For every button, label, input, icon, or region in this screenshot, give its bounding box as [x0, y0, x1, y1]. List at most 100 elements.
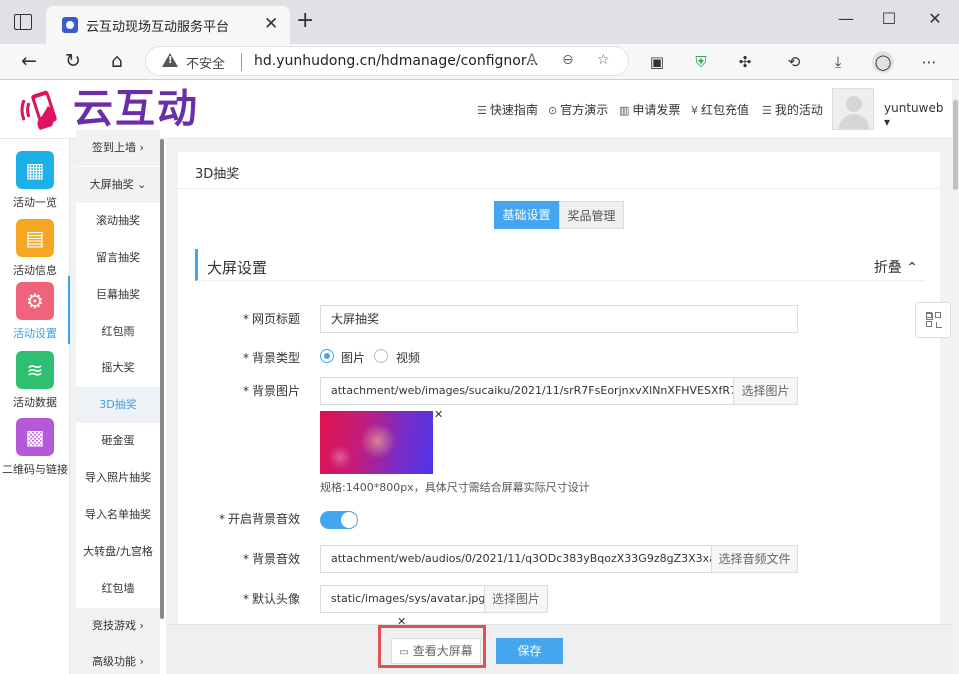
refresh-icon[interactable]: ↻	[61, 49, 85, 73]
bg-image-input[interactable]: attachment/web/images/sucaiku/2021/11/sr…	[320, 377, 734, 405]
page-title-label: * 网页标题	[242, 312, 300, 326]
sidebar-sub-red-packet-wall[interactable]: 红包墙	[76, 571, 160, 607]
sidebar-sub-message-lottery[interactable]: 留言抽奖	[76, 240, 160, 276]
sidebar-sub-big-screen-lottery[interactable]: 大屏抽奖 ⌄	[76, 167, 160, 203]
address-bar[interactable]: 不安全 hd.yunhudong.cn/hdmanage/confignor..…	[145, 46, 629, 76]
close-window-icon[interactable]: ✕	[925, 9, 945, 28]
document-icon: ▤	[16, 219, 54, 257]
header-link-invoice[interactable]: ▥ 申请发票	[619, 101, 680, 118]
profile-icon[interactable]: ◯	[872, 51, 894, 73]
pick-bg-image-button[interactable]: 选择图片	[733, 377, 798, 405]
favicon-icon	[62, 17, 78, 33]
gear-icon: ⚙	[16, 282, 54, 320]
qrcode-icon: ▩	[16, 418, 54, 456]
history-icon[interactable]: ⟲	[783, 51, 805, 73]
home-icon[interactable]: ⌂	[105, 49, 129, 73]
sidebar-sub-checkin[interactable]: 签到上墙 ›	[76, 130, 160, 166]
main-content: 3D抽奖 基础设置 奖品管理 大屏设置 折叠 ⌃ * 网页标题 大屏抽奖 * 背景类…	[178, 152, 940, 674]
minimize-icon[interactable]: —	[836, 9, 856, 28]
browser-titlebar: 云互动现场互动服务平台 ✕ + — ☐ ✕	[0, 0, 959, 44]
save-button[interactable]: 保存	[496, 638, 563, 664]
sidebar-sub-list-lottery[interactable]: 导入名单抽奖	[76, 497, 160, 533]
sidebar-sub-3d-lottery[interactable]: 3D抽奖	[76, 387, 160, 423]
back-icon[interactable]: ←	[17, 49, 41, 73]
download-icon[interactable]: ⤓	[827, 51, 849, 73]
tab-prize-management[interactable]: 奖品管理	[559, 201, 624, 229]
username-menu[interactable]: yuntuweb ▾	[884, 101, 952, 129]
header-link-recharge[interactable]: ¥ 红包充值	[691, 101, 749, 118]
yen-icon: ¥	[691, 104, 698, 117]
highlight-annotation	[378, 625, 486, 668]
avatar[interactable]	[832, 88, 874, 130]
maximize-icon[interactable]: ☐	[879, 9, 899, 28]
sidebar-sub-wheel[interactable]: 大转盘/九宫格	[76, 534, 160, 570]
sidebar-scrollbar[interactable]	[160, 139, 164, 619]
radio-video[interactable]	[374, 349, 388, 363]
fold-toggle[interactable]: 折叠 ⌃	[874, 257, 918, 277]
pick-audio-button[interactable]: 选择音频文件	[711, 545, 798, 573]
bg-image-preview	[320, 411, 433, 474]
primary-sidebar: ▦ 活动一览 ▤ 活动信息 ⚙ 活动设置 ≋ 活动数据 ▩ 二维码与链接	[0, 139, 70, 674]
sidebar-sub-smash-egg[interactable]: 砸金蛋	[76, 423, 160, 459]
list-icon: ☰	[477, 104, 487, 117]
radio-image[interactable]	[320, 349, 334, 363]
favorite-add-icon[interactable]: ☆	[597, 52, 610, 68]
close-tab-icon[interactable]: ✕	[264, 14, 278, 34]
secondary-sidebar: 签到上墙 › 大屏抽奖 ⌄ 滚动抽奖 留言抽奖 巨幕抽奖 红包雨 摇大奖 3D抽…	[76, 130, 166, 674]
section-header: 大屏设置 折叠 ⌃	[195, 249, 924, 281]
remove-bg-image-icon[interactable]: ✕	[434, 408, 443, 421]
list-icon: ☰	[762, 104, 772, 117]
radio-image-label[interactable]: 图片	[341, 349, 365, 366]
bg-type-label: * 背景类型	[242, 351, 300, 365]
sidebar-item-qrcode[interactable]: ▩ 二维码与链接	[0, 412, 70, 480]
sidebar-sub-scroll-lottery[interactable]: 滚动抽奖	[76, 203, 160, 239]
bg-size-hint: 规格:1400*800px，具体尺寸需结合屏幕实际尺寸设计	[320, 481, 590, 494]
sidebar-sub-photo-lottery[interactable]: 导入照片抽奖	[76, 460, 160, 496]
sidebar-item-event-settings[interactable]: ⚙ 活动设置	[0, 276, 70, 344]
tab-title: 云互动现场互动服务平台	[86, 20, 230, 35]
default-avatar-input[interactable]: static/images/sys/avatar.jpg	[320, 585, 485, 613]
bg-music-switch-label: * 开启背景音效	[218, 512, 300, 526]
extensions-icon[interactable]: ✣	[734, 51, 756, 73]
zoom-icon[interactable]: ⊖	[562, 52, 574, 68]
shield-icon[interactable]: ⛨	[690, 51, 712, 73]
sidebar-sub-competitive-games[interactable]: 竞技游戏 ›	[76, 608, 160, 644]
radio-video-label[interactable]: 视频	[396, 349, 420, 366]
sidebar-sub-red-packet-rain[interactable]: 红包雨	[76, 314, 160, 350]
sidebar-sub-advanced[interactable]: 高级功能 ›	[76, 644, 160, 674]
tab-basic-settings[interactable]: 基础设置	[494, 201, 559, 229]
sidebar-item-event-data[interactable]: ≋ 活动数据	[0, 345, 70, 413]
bg-music-label: * 背景音效	[242, 552, 300, 566]
warning-icon[interactable]	[162, 53, 178, 67]
bg-music-toggle[interactable]	[320, 511, 358, 529]
browser-tab[interactable]: 云互动现场互动服务平台 ✕	[46, 6, 290, 44]
bg-music-input[interactable]: attachment/web/audios/0/2021/11/q3ODc383…	[320, 545, 712, 573]
games-icon[interactable]: ▣	[646, 51, 668, 73]
default-avatar-label: * 默认头像	[242, 592, 300, 606]
sidebar-item-overview[interactable]: ▦ 活动一览	[0, 145, 70, 213]
page-scrollbar[interactable]	[952, 80, 959, 674]
url-text[interactable]: hd.yunhudong.cn/hdmanage/confignor...	[254, 53, 539, 69]
page-title: 3D抽奖	[195, 167, 240, 182]
address-divider	[241, 53, 242, 71]
qrcode-float-button[interactable]	[915, 302, 951, 338]
pick-avatar-button[interactable]: 选择图片	[484, 585, 548, 613]
tab-actions-icon[interactable]	[14, 14, 32, 30]
sidebar-item-event-info[interactable]: ▤ 活动信息	[0, 213, 70, 281]
more-icon[interactable]: ⋯	[918, 51, 940, 73]
site-logo[interactable]: 云互动	[73, 86, 199, 132]
header-link-demo[interactable]: ⊙ 官方演示	[548, 101, 608, 118]
play-circle-icon: ⊙	[548, 104, 558, 117]
new-tab-icon[interactable]: +	[296, 10, 314, 32]
page-title-input[interactable]: 大屏抽奖	[320, 305, 798, 333]
grid-icon: ▦	[16, 151, 54, 189]
sidebar-sub-giant-lottery[interactable]: 巨幕抽奖	[76, 277, 160, 313]
sidebar-sub-shake-prize[interactable]: 摇大奖	[76, 350, 160, 386]
header-link-my-events[interactable]: ☰ 我的活动	[762, 101, 823, 118]
read-aloud-icon[interactable]: A	[527, 52, 537, 68]
security-label[interactable]: 不安全	[186, 53, 225, 72]
database-icon: ≋	[16, 351, 54, 389]
header-link-guide[interactable]: ☰ 快速指南	[477, 101, 538, 118]
section-title: 大屏设置	[207, 259, 268, 277]
page-scrollbar-thumb[interactable]	[953, 100, 958, 190]
